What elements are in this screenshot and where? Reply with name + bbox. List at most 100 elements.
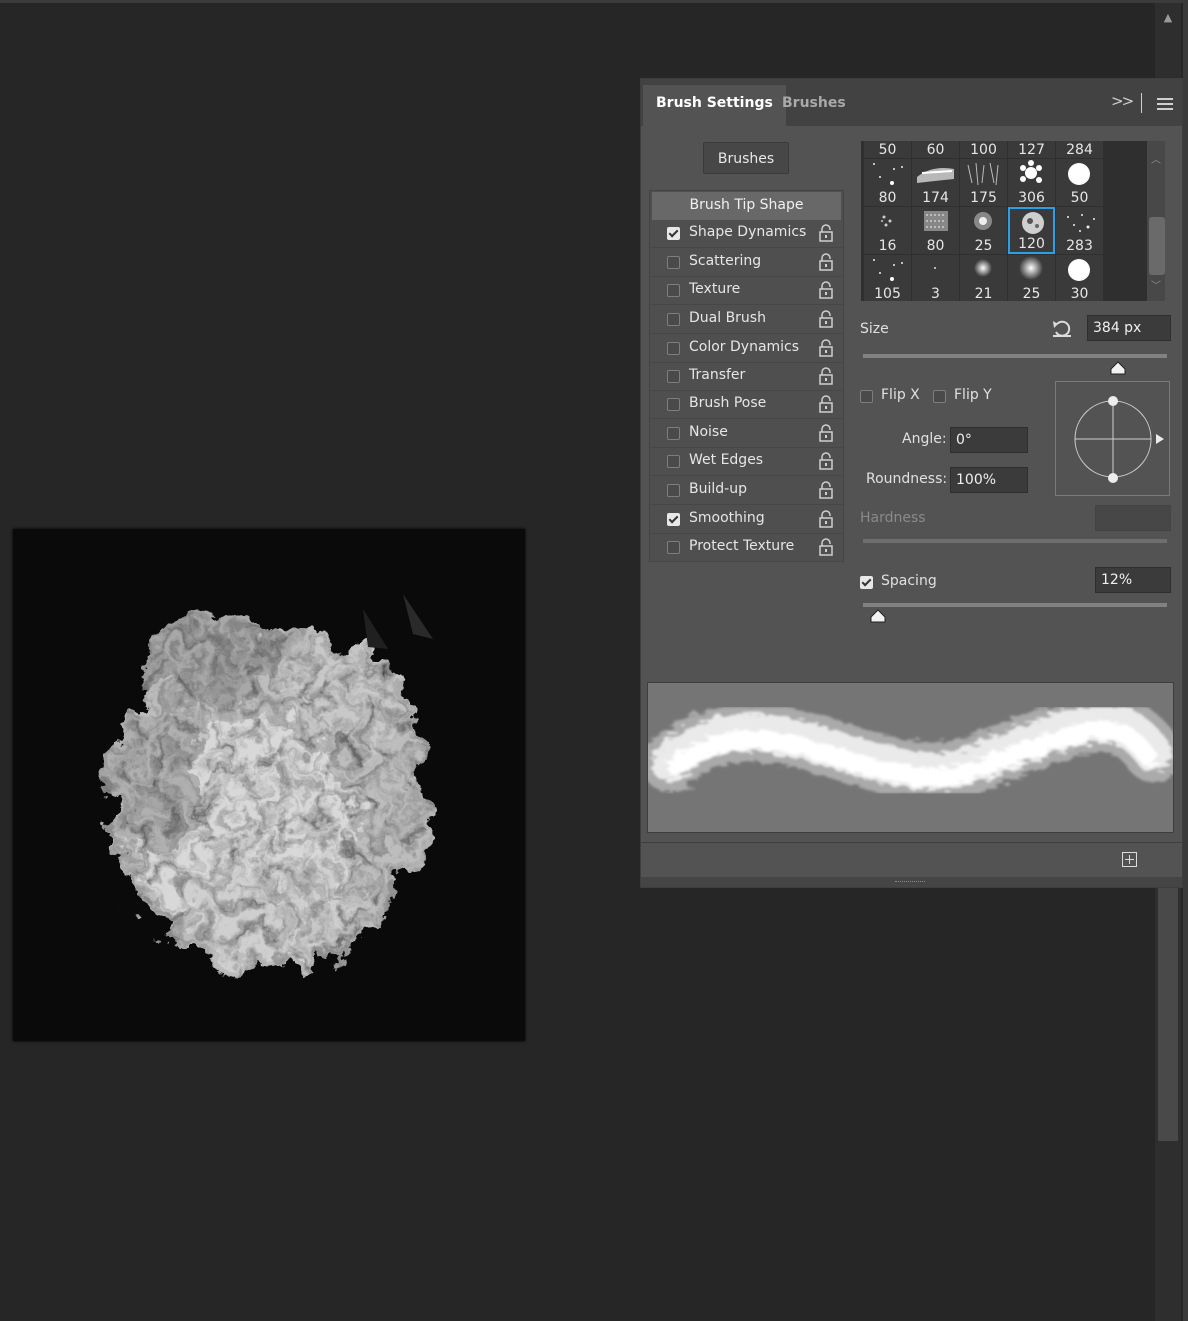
option-smoothing[interactable]: Smoothing [650,506,843,534]
option-color-dynamics[interactable]: Color Dynamics [650,335,843,363]
brush-preset[interactable]: 21 [960,255,1007,301]
panel-menu-icon[interactable] [1157,98,1173,113]
brush-preset[interactable]: 60 [912,141,959,158]
lock-icon[interactable] [819,253,833,271]
roundness-input[interactable]: 100% [950,467,1028,493]
option-label: Wet Edges [689,452,764,468]
brush-preset[interactable]: 120 [1008,207,1055,254]
scattering-checkbox[interactable] [667,256,680,269]
option-dual-brush[interactable]: Dual Brush [650,306,843,334]
brush-size-label: 50 [1070,190,1089,206]
scrollbar-thumb[interactable] [1158,883,1178,1141]
flip-x-checkbox[interactable] [860,390,873,403]
grid-scroll-thumb[interactable] [1149,217,1165,275]
option-texture[interactable]: Texture [650,277,843,305]
brush-preset[interactable]: 3 [912,255,959,301]
lock-icon[interactable] [819,224,833,242]
lock-icon[interactable] [819,281,833,299]
spacing-input[interactable]: 12% [1095,567,1171,593]
brush-size-label: 3 [931,286,940,301]
size-slider-track[interactable] [863,354,1167,358]
panel-resize-grip[interactable] [641,877,1182,887]
brush-preset[interactable]: 284 [1056,141,1103,158]
brush-preset[interactable]: 174 [912,159,959,206]
lock-icon[interactable] [819,424,833,442]
brush-tip-canvas[interactable] [13,529,525,1041]
option-transfer[interactable]: Transfer [650,363,843,391]
lock-icon[interactable] [819,367,833,385]
build-up-checkbox[interactable] [667,484,680,497]
lock-icon[interactable] [819,452,833,470]
option-noise[interactable]: Noise [650,420,843,448]
option-shape-dynamics[interactable]: Shape Dynamics [650,220,843,248]
spacing-slider-track[interactable] [863,603,1167,607]
brush-preset[interactable]: 100 [960,141,1007,158]
brush-tip-thumbnail-icon [967,162,999,186]
option-label: Shape Dynamics [689,224,807,240]
spacing-checkbox[interactable] [860,576,873,589]
hardness-input [1095,505,1171,531]
shape-dynamics-checkbox[interactable] [667,227,680,240]
noise-checkbox[interactable] [667,427,680,440]
brush-preset[interactable]: 80 [912,207,959,254]
lock-icon[interactable] [819,310,833,328]
spacing-slider-thumb[interactable] [870,609,886,623]
transfer-checkbox[interactable] [667,370,680,383]
grid-scroll-down-icon[interactable]: ﹀ [1147,277,1165,292]
lock-icon[interactable] [819,510,833,528]
hardness-label: Hardness [860,510,926,526]
brush-preset[interactable]: 50 [864,141,911,158]
option-brush-tip-shape[interactable]: Brush Tip Shape [652,192,841,220]
brush-tip-thumbnail-icon [1020,160,1042,183]
collapse-panel-icon[interactable]: >> [1111,92,1134,110]
tab-brushes[interactable]: Brushes [769,85,859,126]
angle-input[interactable]: 0° [950,427,1028,453]
brush-preset[interactable]: 175 [960,159,1007,206]
dual-brush-checkbox[interactable] [667,313,680,326]
brush-preset[interactable]: 283 [1056,207,1103,254]
brush-tip-thumbnail-icon [924,211,948,231]
color-dynamics-checkbox[interactable] [667,342,680,355]
brush-size-label: 105 [874,286,901,301]
protect-texture-checkbox[interactable] [667,541,680,554]
brush-size-label: 175 [970,190,997,206]
brushes-button[interactable]: Brushes [703,142,789,174]
brush-pose-checkbox[interactable] [667,398,680,411]
brush-grid-scrollbar[interactable]: ︿ ﹀ [1147,141,1165,301]
brush-preset[interactable]: 127 [1008,141,1055,158]
texture-checkbox[interactable] [667,284,680,297]
brush-preset[interactable]: 30 [1056,255,1103,301]
option-wet-edges[interactable]: Wet Edges [650,448,843,476]
brush-size-label: 25 [974,238,993,254]
reset-size-icon[interactable] [1051,318,1073,338]
flip-y-checkbox[interactable] [933,390,946,403]
option-label: Scattering [689,253,762,269]
size-label: Size [860,321,889,337]
scroll-up-arrow-icon[interactable]: ▲ [1155,11,1181,24]
brush-preset[interactable]: 16 [864,207,911,254]
size-slider-thumb[interactable] [1110,361,1126,375]
brush-tip-thumbnail-icon [974,259,992,277]
brush-preset[interactable]: 105 [864,255,911,301]
smoothing-checkbox[interactable] [667,513,680,526]
lock-icon[interactable] [819,339,833,357]
lock-icon[interactable] [819,395,833,413]
brush-preset[interactable]: 50 [1056,159,1103,206]
option-brush-pose[interactable]: Brush Pose [650,391,843,419]
brush-preset[interactable]: 25 [960,207,1007,254]
wet-edges-checkbox[interactable] [667,455,680,468]
brush-preset[interactable]: 80 [864,159,911,206]
brush-preset[interactable]: 25 [1008,255,1055,301]
option-protect-texture[interactable]: Protect Texture [650,534,843,562]
grid-scroll-up-icon[interactable]: ︿ [1147,151,1165,166]
angle-roundness-widget[interactable] [1055,381,1170,496]
size-input[interactable]: 384 px [1087,315,1171,341]
brush-preset[interactable]: 306 [1008,159,1055,206]
option-build-up[interactable]: Build-up [650,477,843,505]
create-new-brush-icon[interactable] [1122,852,1137,867]
lock-icon[interactable] [819,481,833,499]
tab-brush-settings[interactable]: Brush Settings [643,85,786,126]
lock-icon[interactable] [819,538,833,556]
angle-dial-icon [1074,396,1164,483]
option-scattering[interactable]: Scattering [650,249,843,277]
